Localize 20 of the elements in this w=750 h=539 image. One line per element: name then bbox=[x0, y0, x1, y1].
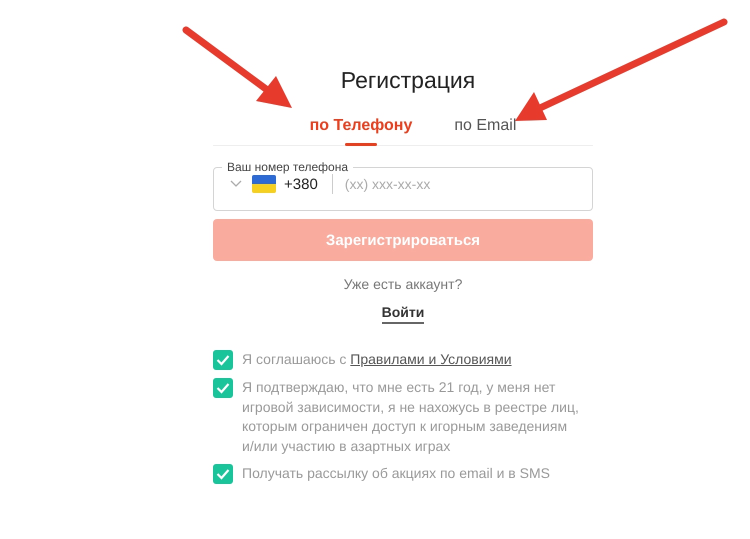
phone-field[interactable]: Ваш номер телефона +380 (xx) xxx-xx-xx bbox=[213, 160, 593, 211]
check-icon bbox=[216, 468, 230, 480]
login-link[interactable]: Войти bbox=[382, 304, 424, 324]
page-title: Регистрация bbox=[340, 67, 476, 95]
checkbox[interactable] bbox=[213, 350, 233, 370]
field-label: Ваш номер телефона bbox=[226, 160, 350, 174]
country-code: +380 bbox=[284, 176, 318, 192]
check-icon bbox=[216, 382, 230, 394]
checkbox[interactable] bbox=[213, 378, 233, 398]
agreement-text: Я соглашаюсь с Правилами и Условиями bbox=[242, 350, 513, 369]
tab[interactable]: по Email bbox=[454, 113, 516, 145]
check-icon bbox=[216, 354, 230, 366]
tab[interactable]: по Телефону bbox=[310, 113, 412, 145]
agreement-text: Я подтверждаю, что мне есть 21 год, у меня нет игровой зависимости, я не нахожусь в реестре лиц, которым ограничен доступ к игорным заведениям и/или участию в азартных играх bbox=[242, 378, 580, 456]
terms-link[interactable]: Правилами и Условиями bbox=[350, 351, 512, 367]
checkbox[interactable] bbox=[213, 464, 233, 484]
login-prompt: Уже есть аккаунт? bbox=[342, 276, 464, 292]
flag-icon bbox=[252, 175, 276, 193]
chevron-icon[interactable] bbox=[230, 180, 242, 188]
agreement-text: Получать рассылку об акциях по email и в SMS bbox=[242, 464, 551, 483]
